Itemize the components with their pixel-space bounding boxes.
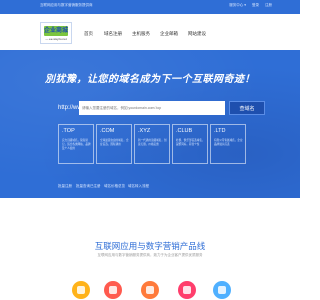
tld-description: 社群、俱乐部首选域名，凝聚同好，彰显个性 <box>176 139 205 146</box>
tld-description: 实力顶级域名，简短易记，适合各类网站、品牌及个人使用 <box>62 139 91 150</box>
product-icon-4[interactable] <box>178 281 196 299</box>
logo-subtitle: — ee.wsyzo.net <box>45 37 67 41</box>
nav-website-building[interactable]: 网站建设 <box>188 31 206 37</box>
login-link[interactable]: 登录 <box>252 3 259 7</box>
top-bar: 互联网应用与数字营销服务提供商 服务中心 ▾ 登录 注册 <box>0 0 300 14</box>
service-center-link[interactable]: 服务中心 ▾ <box>229 3 246 7</box>
transfer-process-link[interactable]: 域名转入流程 <box>128 184 149 189</box>
logo-mark: 企业商城 <box>44 26 69 36</box>
site-logo[interactable]: 企业商城 — ee.wsyzo.net <box>40 22 72 44</box>
top-bar-notice: 互联网应用与数字营销服务提供商 <box>40 3 93 7</box>
tld-card-top[interactable]: .TOP 实力顶级域名，简短易记，适合各类网站、品牌及个人使用 <box>58 124 94 164</box>
section-title: 互联网应用与数字营销产品线 <box>94 241 206 251</box>
top-bar-links: 服务中心 ▾ 登录 注册 <box>224 3 272 8</box>
tld-card-com[interactable]: .COM 全球最受欢迎的域名，企业首选，国际通用 <box>96 124 132 164</box>
bulk-query-link[interactable]: 批量查询已注册 <box>76 184 101 189</box>
tld-card-xyz[interactable]: .XYZ 新一代通用顶级域名，创意无限，价格实惠 <box>134 124 170 164</box>
search-domain-button[interactable]: 查域名 <box>229 101 265 115</box>
tld-card-club[interactable]: .CLUB 社群、俱乐部首选域名，凝聚同好，彰显个性 <box>172 124 208 164</box>
product-icon-3[interactable] <box>141 281 159 299</box>
tld-description: 全球最受欢迎的域名，企业首选，国际通用 <box>100 139 129 146</box>
nav-hosting[interactable]: 主机服务 <box>132 31 150 37</box>
nav-home[interactable]: 首页 <box>84 31 93 37</box>
section-subtitle: 互联网应用与数字营销服务提供商，致力于为企业客户提供优质服务 <box>97 253 203 257</box>
nav-enterprise-email[interactable]: 企业邮箱 <box>160 31 178 37</box>
product-icon-5[interactable] <box>213 281 231 299</box>
price-overview-link[interactable]: 域名价格总览 <box>104 184 125 189</box>
tld-description: 有限公司专属域名，企业品牌展示首选 <box>214 139 243 146</box>
tld-card-ltd[interactable]: .LTD 有限公司专属域名，企业品牌展示首选 <box>210 124 246 164</box>
tld-name: .TOP <box>62 128 75 134</box>
tld-name: .LTD <box>214 128 226 134</box>
product-icon-2[interactable] <box>104 281 122 299</box>
register-link[interactable]: 注册 <box>265 3 272 7</box>
tld-name: .CLUB <box>176 128 193 134</box>
nav-domain-registration[interactable]: 域名注册 <box>104 31 122 37</box>
bulk-register-link[interactable]: 批量注册 <box>58 184 72 189</box>
product-icon-1[interactable] <box>72 281 90 299</box>
tld-description: 新一代通用顶级域名，创意无限，价格实惠 <box>138 139 167 146</box>
domain-search-input[interactable] <box>79 101 225 115</box>
tld-name: .COM <box>100 128 115 134</box>
hero-slogan: 別犹豫，让您的域名成为下一个互联网奇迹！ <box>45 74 255 85</box>
tld-name: .XYZ <box>138 128 151 134</box>
